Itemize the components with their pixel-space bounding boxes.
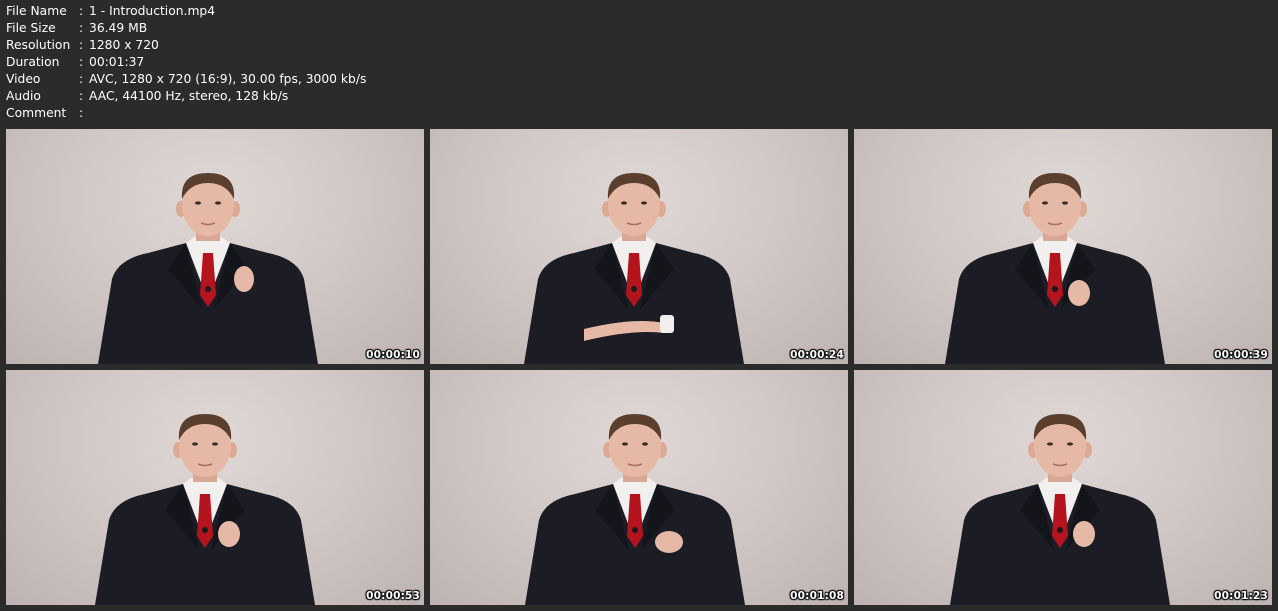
info-separator: : (79, 89, 84, 103)
info-label: Comment (6, 106, 67, 120)
video-thumbnail[interactable]: 00:00:39 (854, 129, 1272, 364)
info-value: 36.49 MB (89, 21, 148, 35)
presenter-image (95, 414, 315, 605)
info-value: AAC, 44100 Hz, stereo, 128 kb/s (89, 89, 289, 103)
thumbnail-timestamp: 00:00:24 (790, 349, 844, 361)
info-row-duration: Duration : 00:01:37 (6, 54, 366, 71)
info-label: Duration (6, 55, 60, 69)
video-thumbnail[interactable]: 00:01:08 (430, 370, 848, 605)
info-separator: : (79, 21, 84, 35)
thumbnail-timestamp: 00:00:10 (366, 349, 420, 361)
thumbnail-timestamp: 00:00:53 (366, 590, 420, 602)
presenter-image (950, 414, 1170, 605)
info-separator: : (79, 4, 84, 18)
info-row-comment: Comment : (6, 105, 366, 122)
info-row-file-name: File Name : 1 - Introduction.mp4 (6, 3, 366, 20)
thumbnail-grid: 00:00:10 00:00:24 00:00:39 00:00:53 00:0… (6, 129, 1272, 605)
thumbnail-timestamp: 00:01:23 (1214, 590, 1268, 602)
presenter-image (524, 173, 744, 364)
info-row-resolution: Resolution : 1280 x 720 (6, 37, 366, 54)
info-label: File Name (6, 4, 67, 18)
video-thumbnail[interactable]: 00:00:53 (6, 370, 424, 605)
presenter-image (525, 414, 745, 605)
info-label: File Size (6, 21, 56, 35)
info-separator: : (79, 38, 84, 52)
thumbnail-timestamp: 00:00:39 (1214, 349, 1268, 361)
info-value: 00:01:37 (89, 55, 145, 69)
info-value: 1 - Introduction.mp4 (89, 4, 216, 18)
presenter-image (945, 173, 1165, 364)
info-separator: : (79, 72, 84, 86)
info-label: Audio (6, 89, 41, 103)
info-row-file-size: File Size : 36.49 MB (6, 20, 366, 37)
info-separator: : (79, 106, 84, 120)
presenter-image (98, 173, 318, 364)
video-thumbnail[interactable]: 00:01:23 (854, 370, 1272, 605)
info-label: Video (6, 72, 41, 86)
info-value: 1280 x 720 (89, 38, 159, 52)
info-separator: : (79, 55, 84, 69)
info-value: AVC, 1280 x 720 (16:9), 30.00 fps, 3000 … (89, 72, 367, 86)
info-row-video: Video : AVC, 1280 x 720 (16:9), 30.00 fp… (6, 71, 366, 88)
thumbnail-timestamp: 00:01:08 (790, 590, 844, 602)
info-label: Resolution (6, 38, 71, 52)
video-thumbnail[interactable]: 00:00:10 (6, 129, 424, 364)
media-info-panel: File Name : 1 - Introduction.mp4 File Si… (6, 3, 366, 122)
info-row-audio: Audio : AAC, 44100 Hz, stereo, 128 kb/s (6, 88, 366, 105)
video-thumbnail[interactable]: 00:00:24 (430, 129, 848, 364)
